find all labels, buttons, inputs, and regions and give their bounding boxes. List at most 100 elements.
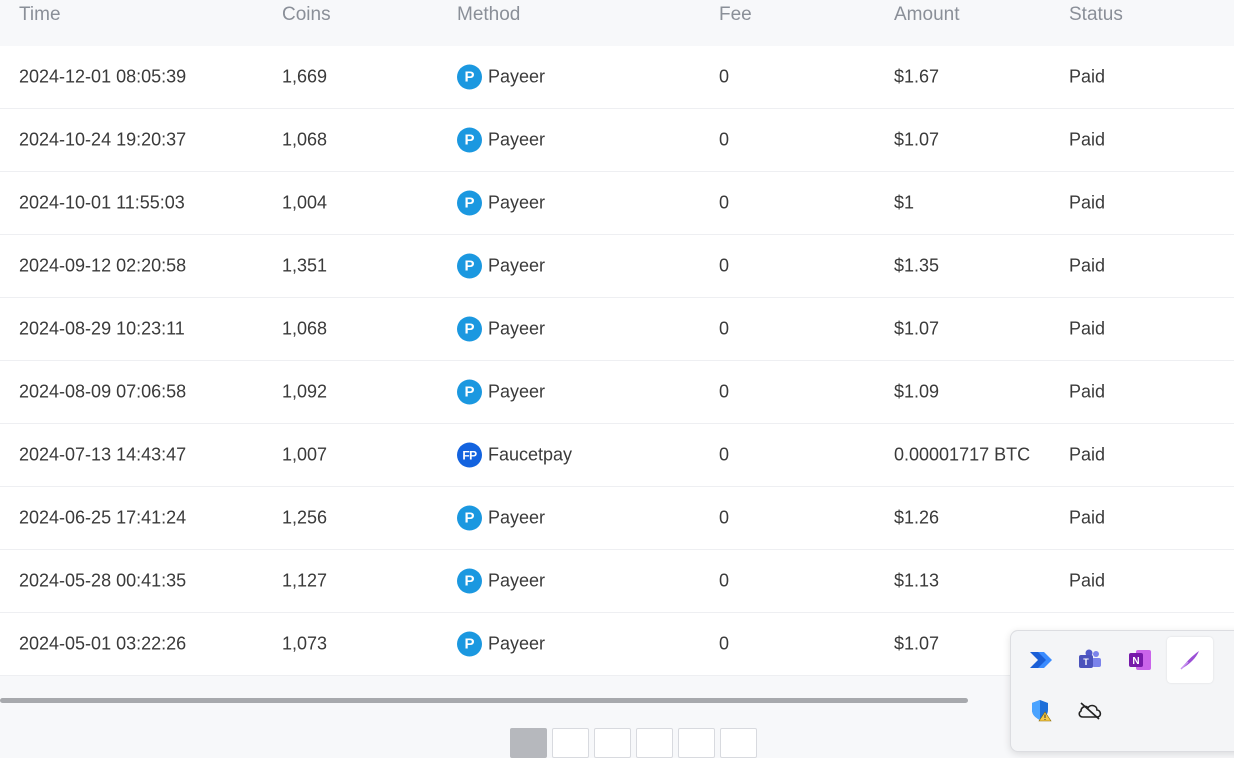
cell-amount: 0.00001717 BTC (894, 444, 1031, 465)
cell-method: FP Faucetpay (457, 442, 572, 468)
header-method[interactable]: Method (457, 4, 520, 26)
page-button[interactable] (594, 728, 631, 758)
table-row: 2024-08-29 10:23:11 1,068 P Payeer 0 $1.… (0, 298, 1234, 361)
cell-time: 2024-07-13 14:43:47 (19, 444, 187, 465)
cell-amount: $1.13 (894, 570, 940, 591)
onedrive-offline-icon[interactable] (1075, 695, 1105, 725)
cell-coins: 1,004 (282, 192, 328, 213)
faucetpay-icon: FP (457, 442, 482, 468)
cell-amount: $1.35 (894, 255, 940, 276)
cell-time: 2024-09-12 02:20:58 (19, 255, 187, 276)
cell-method: P Payeer (457, 631, 546, 657)
payeer-icon: P (457, 631, 482, 657)
page-button[interactable] (678, 728, 715, 758)
table-row: 2024-06-25 17:41:24 1,256 P Payeer 0 $1.… (0, 487, 1234, 550)
cell-amount: $1.26 (894, 507, 940, 528)
teams-icon[interactable]: T (1075, 645, 1105, 675)
cell-time: 2024-05-01 03:22:26 (19, 633, 187, 654)
method-label: Payeer (488, 570, 546, 591)
cell-amount: $1.07 (894, 633, 940, 654)
pagination (510, 728, 757, 758)
cell-time: 2024-10-24 19:20:37 (19, 129, 187, 150)
cell-status: Paid (1069, 66, 1106, 87)
header-status[interactable]: Status (1069, 4, 1123, 26)
cell-status: Paid (1069, 570, 1106, 591)
header-coins[interactable]: Coins (282, 4, 331, 26)
table-header: Time Coins Method Fee Amount Status (0, 0, 1234, 46)
cell-coins: 1,669 (282, 66, 328, 87)
onenote-icon[interactable]: N (1125, 645, 1155, 675)
cell-status: Paid (1069, 444, 1106, 465)
svg-text:T: T (1083, 657, 1089, 667)
table-row: 2024-09-12 02:20:58 1,351 P Payeer 0 $1.… (0, 235, 1234, 298)
cell-coins: 1,127 (282, 570, 328, 591)
cell-coins: 1,256 (282, 507, 328, 528)
cell-method: P Payeer (457, 379, 546, 405)
cell-fee: 0 (719, 633, 730, 654)
defender-warning-icon[interactable] (1025, 695, 1055, 725)
cell-amount: $1.67 (894, 66, 940, 87)
cell-coins: 1,068 (282, 129, 328, 150)
method-label: Payeer (488, 129, 546, 150)
header-amount[interactable]: Amount (894, 4, 959, 26)
power-automate-icon[interactable] (1025, 645, 1055, 675)
cell-status: Paid (1069, 129, 1106, 150)
table-row: 2024-10-24 19:20:37 1,068 P Payeer 0 $1.… (0, 109, 1234, 172)
cell-fee: 0 (719, 570, 730, 591)
table-row: 2024-10-01 11:55:03 1,004 P Payeer 0 $1 … (0, 172, 1234, 235)
method-label: Payeer (488, 381, 546, 402)
page-button[interactable] (720, 728, 757, 758)
method-label: Payeer (488, 318, 546, 339)
header-time[interactable]: Time (19, 4, 61, 26)
cell-time: 2024-06-25 17:41:24 (19, 507, 187, 528)
cell-time: 2024-10-01 11:55:03 (19, 192, 185, 213)
payeer-icon: P (457, 190, 482, 216)
cell-coins: 1,092 (282, 381, 328, 402)
cell-status: Paid (1069, 255, 1106, 276)
cell-coins: 1,068 (282, 318, 328, 339)
table-row: 2024-05-28 00:41:35 1,127 P Payeer 0 $1.… (0, 550, 1234, 613)
method-label: Payeer (488, 192, 546, 213)
page-button[interactable] (552, 728, 589, 758)
cell-method: P Payeer (457, 127, 546, 153)
cell-coins: 1,007 (282, 444, 328, 465)
cell-fee: 0 (719, 318, 730, 339)
cell-fee: 0 (719, 66, 730, 87)
cell-method: P Payeer (457, 316, 546, 342)
cell-time: 2024-12-01 08:05:39 (19, 66, 187, 87)
cell-status: Paid (1069, 192, 1106, 213)
cell-amount: $1.07 (894, 129, 940, 150)
payeer-icon: P (457, 316, 482, 342)
transactions-table: Time Coins Method Fee Amount Status 2024… (0, 0, 1234, 676)
scrollbar-thumb[interactable] (0, 698, 968, 703)
cell-time: 2024-08-29 10:23:11 (19, 318, 185, 339)
cell-method: P Payeer (457, 505, 545, 531)
payeer-icon: P (457, 253, 482, 279)
cell-status: Paid (1069, 318, 1106, 339)
cell-fee: 0 (719, 192, 730, 213)
feather-pen-icon[interactable] (1167, 637, 1213, 683)
cell-status: Paid (1069, 507, 1106, 528)
header-fee[interactable]: Fee (719, 4, 752, 26)
cell-fee: 0 (719, 381, 730, 402)
payeer-icon: P (457, 64, 482, 90)
cell-fee: 0 (719, 255, 730, 276)
method-label: Payeer (488, 633, 546, 654)
cell-time: 2024-05-28 00:41:35 (19, 570, 187, 591)
cell-method: P Payeer (457, 568, 546, 594)
payeer-icon: P (457, 505, 482, 531)
cell-method: P Payeer (457, 190, 546, 216)
cell-method: P Payeer (457, 253, 546, 279)
cell-fee: 0 (719, 129, 730, 150)
method-label: Payeer (488, 66, 546, 87)
method-label: Payeer (488, 255, 546, 276)
table-row: 2024-07-13 14:43:47 1,007 FP Faucetpay 0… (0, 424, 1234, 487)
cell-amount: $1.09 (894, 381, 940, 402)
horizontal-scrollbar[interactable] (0, 694, 1010, 706)
page-button[interactable] (636, 728, 673, 758)
page-button-active[interactable] (510, 728, 547, 758)
cell-amount: $1.07 (894, 318, 940, 339)
cell-coins: 1,073 (282, 633, 328, 654)
payeer-icon: P (457, 127, 482, 153)
svg-text:N: N (1132, 656, 1139, 667)
